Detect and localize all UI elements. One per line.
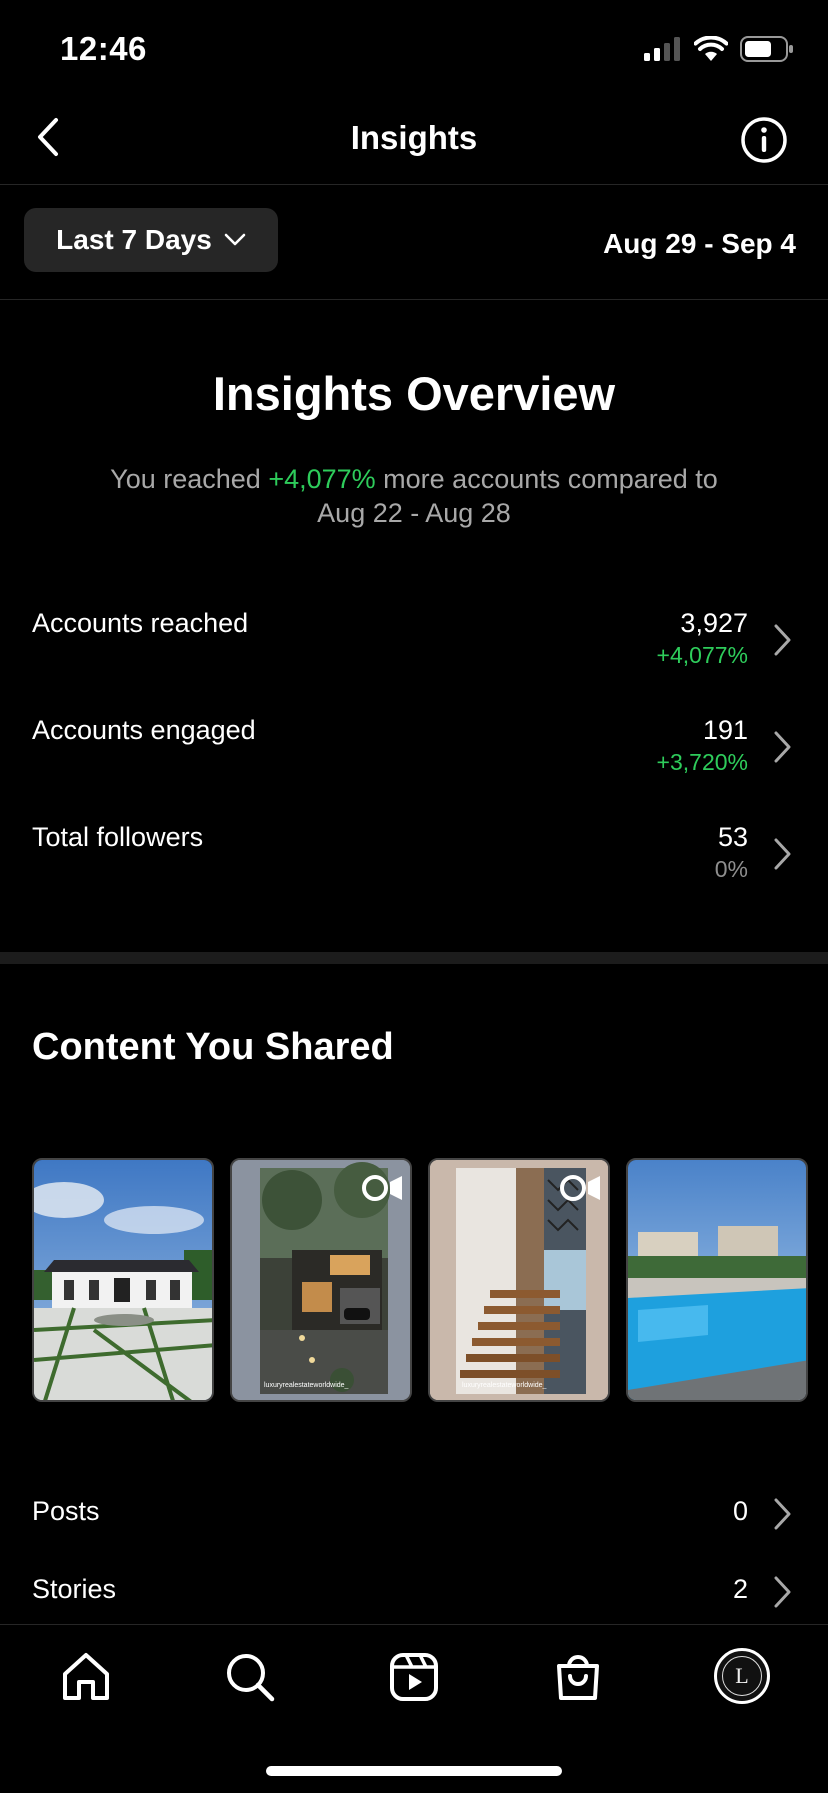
content-section-title: Content You Shared <box>32 1026 394 1068</box>
summary-row-posts[interactable]: Posts 0 <box>0 1496 828 1546</box>
chevron-down-icon <box>224 233 246 246</box>
date-range-dropdown[interactable]: Last 7 Days <box>24 208 278 272</box>
content-thumbnail-pool-terrace[interactable] <box>626 1158 808 1402</box>
metric-row-accounts-engaged[interactable]: Accounts engaged 191 +3,720% <box>0 715 828 815</box>
reel-video-icon <box>560 1175 600 1201</box>
metric-row-total-followers[interactable]: Total followers 53 0% <box>0 822 828 922</box>
header-divider <box>0 184 828 185</box>
cellular-signal-icon <box>644 37 680 61</box>
content-thumbnail-white-villa-driveway[interactable] <box>32 1158 214 1402</box>
overview-desc-suffix: more accounts compared to <box>375 464 718 494</box>
content-thumbnail-floating-staircase[interactable]: luxuryrealestateworldwide_ <box>428 1158 610 1402</box>
status-time: 12:46 <box>60 30 147 67</box>
filter-divider <box>0 299 828 300</box>
summary-label: Stories <box>32 1574 117 1604</box>
chevron-right-icon <box>774 1498 791 1530</box>
reel-video-icon <box>362 1175 402 1201</box>
home-icon[interactable] <box>59 1650 113 1704</box>
metric-row-accounts-reached[interactable]: Accounts reached 3,927 +4,077% <box>0 608 828 708</box>
page-title: Insights <box>350 119 478 156</box>
summary-label: Posts <box>32 1496 100 1526</box>
chevron-right-icon <box>774 1576 791 1608</box>
section-divider <box>0 952 828 964</box>
info-icon[interactable] <box>740 116 788 164</box>
overview-description: You reached +4,077% more accounts compar… <box>70 462 758 530</box>
metric-label: Total followers <box>32 822 204 852</box>
home-indicator <box>266 1766 562 1776</box>
metric-label: Accounts reached <box>32 608 249 638</box>
chevron-right-icon <box>774 624 791 656</box>
date-range-text: Aug 29 - Sep 4 <box>603 228 796 259</box>
metric-value: 53 <box>717 822 748 852</box>
summary-row-stories[interactable]: Stories 2 <box>0 1574 828 1624</box>
avatar-logo: L <box>722 1656 762 1696</box>
battery-icon <box>740 36 793 62</box>
metric-delta: +3,720% <box>656 749 748 775</box>
pool-image <box>628 1160 806 1400</box>
overview-desc-prefix: You reached <box>110 464 269 494</box>
villa-image <box>34 1160 212 1400</box>
reels-icon[interactable] <box>387 1650 441 1704</box>
chevron-right-icon <box>774 838 791 870</box>
search-icon[interactable] <box>223 1650 277 1704</box>
overview-title: Insights Overview <box>212 367 616 420</box>
overview-desc-highlight: +4,077% <box>268 464 376 494</box>
thumbnail-caption: luxuryrealestateworldwide_ <box>462 1382 547 1389</box>
summary-value: 0 <box>732 1496 748 1526</box>
wifi-icon <box>694 36 728 61</box>
content-thumbnail-modern-house-night[interactable]: luxuryrealestateworldwide_ <box>230 1158 412 1402</box>
metric-delta: 0% <box>714 856 748 882</box>
thumbnail-caption: luxuryrealestateworldwide_ <box>264 1382 349 1389</box>
chevron-right-icon <box>774 731 791 763</box>
overview-desc-compare-range: Aug 22 - Aug 28 <box>317 498 511 528</box>
metric-value: 191 <box>702 715 748 745</box>
metric-label: Accounts engaged <box>32 715 256 745</box>
metric-delta: +4,077% <box>656 642 748 668</box>
profile-avatar[interactable]: L <box>714 1648 770 1704</box>
metric-value: 3,927 <box>680 608 748 638</box>
status-icons <box>642 36 794 62</box>
date-range-dropdown-label: Last 7 Days <box>56 224 212 255</box>
summary-value: 2 <box>732 1574 748 1604</box>
shop-icon[interactable] <box>551 1650 605 1704</box>
